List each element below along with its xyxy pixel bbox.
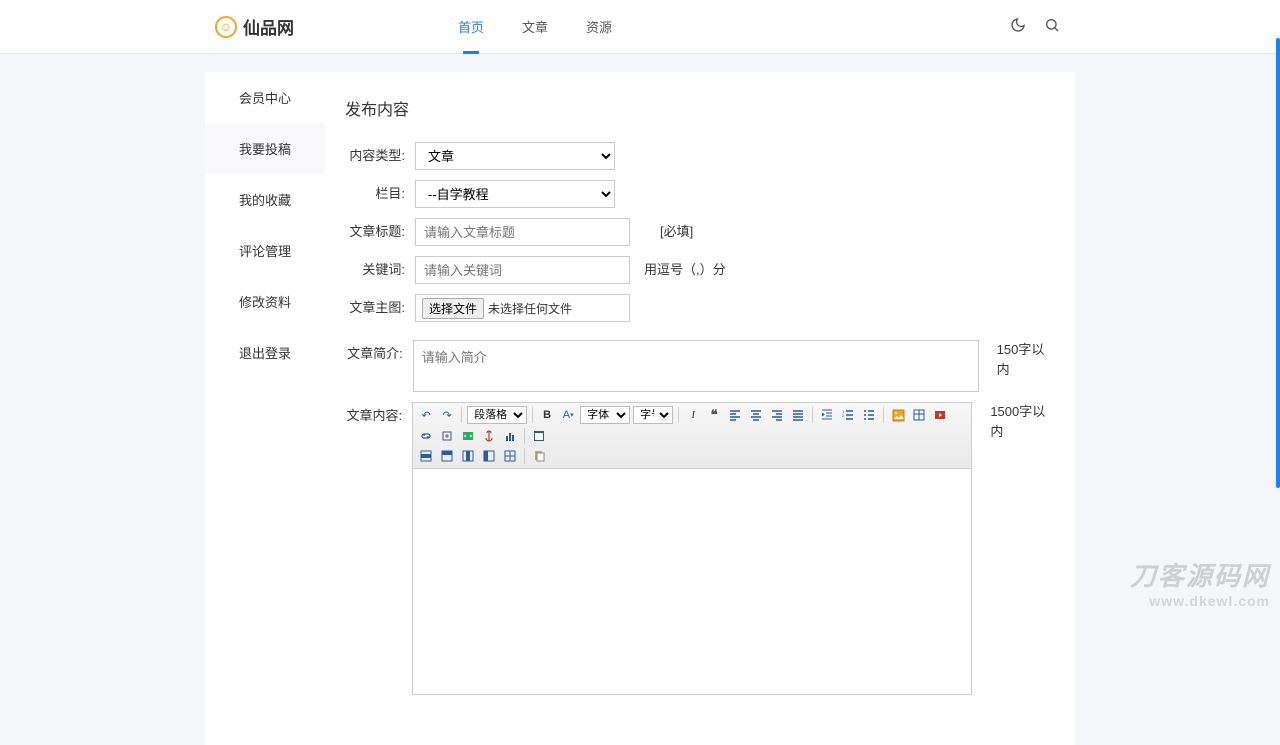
select-content-type[interactable]: 文章 [415, 142, 615, 170]
unordered-list-icon[interactable] [860, 406, 878, 424]
insert-code-icon[interactable] [459, 427, 477, 445]
separator-icon [461, 407, 462, 423]
fullscreen-icon[interactable] [530, 427, 548, 445]
insert-chart-icon[interactable] [501, 427, 519, 445]
separator-icon [532, 407, 533, 423]
insert-video-icon[interactable] [931, 406, 949, 424]
sidebar-item-submit[interactable]: 我要投稿 [205, 123, 325, 174]
site-logo[interactable]: ☺ 仙品网 [215, 14, 294, 39]
hint-keywords: 用逗号（,）分 [644, 256, 726, 284]
row-image: 文章主图: 选择文件 未选择任何文件 [345, 294, 1055, 322]
rich-text-editor: ↶ ↷ 段落格式 B A▾ 字体 字号 I ❝ [412, 402, 972, 695]
table-delete-row-icon[interactable] [438, 447, 456, 465]
sidebar-item-favorites[interactable]: 我的收藏 [205, 174, 325, 225]
watermark-line1: 刀客源码网 [1130, 556, 1270, 593]
insert-anchor-icon[interactable] [480, 427, 498, 445]
row-keywords: 关键词: 用逗号（,）分 [345, 256, 1055, 284]
sidebar-item-comments[interactable]: 评论管理 [205, 225, 325, 276]
insert-table-icon[interactable] [910, 406, 928, 424]
align-left-icon[interactable] [726, 406, 744, 424]
table-insert-col-icon[interactable] [459, 447, 477, 465]
insert-attachment-icon[interactable] [438, 427, 456, 445]
nav-resources[interactable]: 资源 [582, 0, 616, 54]
italic-icon[interactable]: I [684, 406, 702, 424]
table-insert-row-icon[interactable] [417, 447, 435, 465]
table-merge-icon[interactable] [501, 447, 519, 465]
main-layout: 会员中心 我要投稿 我的收藏 评论管理 修改资料 退出登录 发布内容 内容类型:… [205, 72, 1075, 745]
insert-image-icon[interactable] [889, 406, 907, 424]
separator-icon [524, 428, 525, 444]
hint-content: 1500字以内 [990, 402, 1055, 442]
separator-icon [678, 407, 679, 423]
redo-icon[interactable]: ↷ [438, 406, 456, 424]
sidebar-item-logout[interactable]: 退出登录 [205, 327, 325, 378]
main-content: 发布内容 内容类型: 文章 栏目: --自学教程 文章标题: [必填] 关键词:… [325, 72, 1075, 745]
hint-intro: 150字以内 [997, 340, 1055, 380]
svg-text:2: 2 [842, 413, 845, 418]
align-justify-icon[interactable] [789, 406, 807, 424]
editor-toolbar: ↶ ↷ 段落格式 B A▾ 字体 字号 I ❝ [413, 403, 971, 469]
file-picker-wrapper[interactable]: 选择文件 未选择任何文件 [415, 294, 630, 322]
input-title[interactable] [415, 218, 630, 246]
file-status-text: 未选择任何文件 [488, 300, 572, 317]
align-center-icon[interactable] [747, 406, 765, 424]
font-color-icon[interactable]: A▾ [559, 406, 577, 424]
sidebar-item-member[interactable]: 会员中心 [205, 72, 325, 123]
search-icon[interactable] [1044, 17, 1060, 36]
watermark-line2: www.dkewl.com [1130, 593, 1270, 609]
select-column[interactable]: --自学教程 [415, 180, 615, 208]
toolbar-row-1: ↶ ↷ 段落格式 B A▾ 字体 字号 I ❝ [417, 406, 967, 445]
separator-icon [524, 448, 525, 464]
row-content-type: 内容类型: 文章 [345, 142, 1055, 170]
insert-link-icon[interactable] [417, 427, 435, 445]
nav-articles[interactable]: 文章 [518, 0, 552, 54]
scroll-indicator[interactable] [1276, 38, 1280, 488]
row-title: 文章标题: [必填] [345, 218, 1055, 246]
row-intro: 文章简介: 150字以内 [345, 340, 1055, 392]
select-paragraph-format[interactable]: 段落格式 [467, 406, 527, 424]
hint-title: [必填] [660, 218, 693, 246]
editor-content-area[interactable] [413, 469, 971, 694]
sidebar: 会员中心 我要投稿 我的收藏 评论管理 修改资料 退出登录 [205, 72, 325, 745]
label-column: 栏目: [345, 180, 405, 208]
paste-icon[interactable] [530, 447, 548, 465]
label-content-type: 内容类型: [345, 142, 405, 170]
ordered-list-icon[interactable]: 12 [839, 406, 857, 424]
label-title: 文章标题: [345, 218, 405, 246]
separator-icon [812, 407, 813, 423]
label-keywords: 关键词: [345, 256, 405, 284]
label-image: 文章主图: [345, 294, 405, 322]
page-title: 发布内容 [345, 96, 1055, 120]
indent-icon[interactable] [818, 406, 836, 424]
select-font-family[interactable]: 字体 [580, 406, 630, 424]
table-delete-col-icon[interactable] [480, 447, 498, 465]
theme-toggle-icon[interactable] [1010, 17, 1026, 36]
label-intro: 文章简介: [345, 340, 403, 368]
watermark: 刀客源码网 www.dkewl.com [1130, 556, 1270, 609]
row-column: 栏目: --自学教程 [345, 180, 1055, 208]
top-right-icons [1010, 17, 1060, 36]
top-header: ☺ 仙品网 首页 文章 资源 [0, 0, 1280, 54]
row-content: 文章内容: ↶ ↷ 段落格式 B A▾ 字体 字号 I [345, 402, 1055, 695]
textarea-intro[interactable] [413, 340, 979, 392]
bold-icon[interactable]: B [538, 406, 556, 424]
logo-smile-icon: ☺ [215, 16, 237, 38]
sidebar-item-profile[interactable]: 修改资料 [205, 276, 325, 327]
undo-icon[interactable]: ↶ [417, 406, 435, 424]
select-font-size[interactable]: 字号 [633, 406, 673, 424]
input-keywords[interactable] [415, 256, 630, 284]
quote-icon[interactable]: ❝ [705, 406, 723, 424]
label-content: 文章内容: [345, 402, 402, 430]
align-right-icon[interactable] [768, 406, 786, 424]
top-nav: 首页 文章 资源 [454, 0, 616, 54]
separator-icon [883, 407, 884, 423]
nav-home[interactable]: 首页 [454, 0, 488, 54]
toolbar-row-2 [417, 447, 967, 465]
site-name: 仙品网 [243, 14, 294, 39]
file-choose-button[interactable]: 选择文件 [422, 298, 484, 319]
